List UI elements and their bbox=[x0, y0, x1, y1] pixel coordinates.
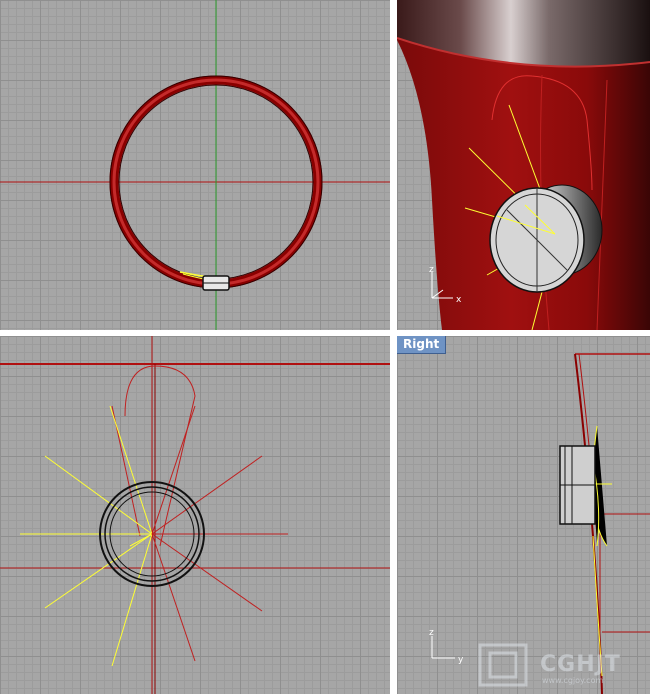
right-viewport-label[interactable]: Right bbox=[397, 336, 447, 354]
front-viewport-canvas bbox=[0, 336, 390, 694]
watermark-site: www.cgjoy.com bbox=[542, 676, 604, 685]
right-axis-icon: z y bbox=[429, 628, 464, 665]
watermark-brand: CGHJT bbox=[540, 652, 621, 677]
perspective-viewport-canvas: z x bbox=[397, 0, 650, 330]
right-axis-z-label: z bbox=[429, 628, 434, 638]
perspective-axis-z-label: z bbox=[429, 265, 434, 275]
right-axis-y-label: y bbox=[458, 655, 464, 665]
front-red-rays bbox=[151, 405, 288, 662]
perspective-viewport[interactable]: z x bbox=[397, 0, 650, 330]
top-viewport[interactable] bbox=[0, 0, 390, 330]
top-viewport-canvas bbox=[0, 0, 390, 330]
perspective-axis-x-label: x bbox=[456, 295, 462, 305]
handle-curve bbox=[124, 365, 196, 547]
front-yellow-rays bbox=[20, 405, 153, 667]
watermark-logo-icon bbox=[478, 643, 528, 687]
front-viewport[interactable] bbox=[0, 336, 390, 694]
